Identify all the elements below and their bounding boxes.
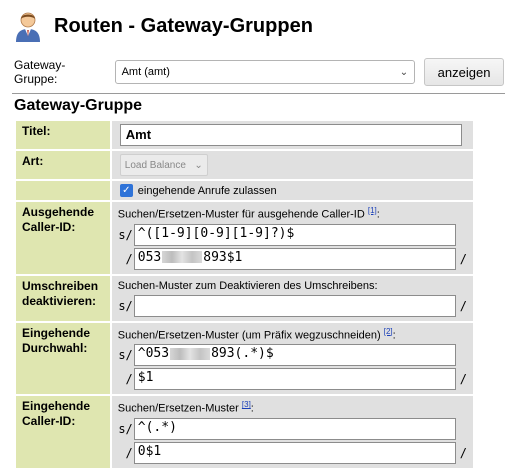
row-ausgehende-caller-id: Ausgehende Caller-ID: Suchen/Ersetzen-Mu…: [16, 202, 473, 274]
row-umschreiben: Umschreiben deaktivieren: Suchen-Muster …: [16, 275, 473, 321]
incoming-callerid-search-input[interactable]: ^(.*): [133, 417, 456, 440]
titel-input[interactable]: Amt: [119, 124, 462, 146]
incoming-callerid-replace-input[interactable]: 0$1: [133, 441, 456, 464]
incoming-callerid-hint: Suchen/Ersetzen-Muster: [117, 402, 239, 415]
pattern-suffix: /: [459, 251, 467, 266]
extension-search-input[interactable]: ^053 893(.*)$: [133, 344, 456, 367]
gateway-group-selector: Gateway-Gruppe: Amt (amt) ⌄ anzeigen: [14, 58, 504, 86]
outgoing-callerid-label: Ausgehende Caller-ID:: [16, 202, 110, 274]
chevron-down-icon: ⌄: [194, 159, 203, 171]
search-prefix: s/: [118, 298, 133, 313]
row-art: Art: Load Balance ⌄: [16, 151, 473, 179]
disable-rewrite-hint: Suchen-Muster zum Deaktivieren des Umsch…: [117, 279, 378, 292]
extension-replace-input[interactable]: $1: [133, 368, 456, 391]
incoming-calls-label: eingehende Anrufe zulassen: [137, 184, 277, 197]
divider: [12, 93, 505, 94]
row-titel: Titel: Amt: [16, 121, 473, 149]
replace-prefix: /: [125, 445, 133, 460]
pattern-suffix: /: [459, 298, 467, 313]
search-prefix: s/: [118, 348, 133, 363]
art-label: Art:: [16, 151, 110, 179]
search-prefix: s/: [118, 227, 133, 242]
replace-prefix: /: [125, 372, 133, 387]
incoming-calls-checkbox[interactable]: ✓: [119, 184, 133, 197]
footnote-link-3[interactable]: [3]: [242, 400, 251, 409]
page-header: Routen - Gateway-Gruppen: [14, 8, 313, 44]
disable-rewrite-label: Umschreiben deaktivieren:: [16, 275, 110, 321]
show-button[interactable]: anzeigen: [424, 58, 504, 86]
gateway-group-form: Titel: Amt Art: Load Balance ⌄ ✓ eingehe…: [14, 119, 475, 470]
row-incoming-allowed: ✓ eingehende Anrufe zulassen: [16, 181, 473, 200]
outgoing-callerid-hint: Suchen/Ersetzen-Muster für ausgehende Ca…: [117, 208, 365, 221]
pattern-suffix: /: [459, 372, 467, 387]
disable-rewrite-input[interactable]: [133, 294, 456, 317]
row-eingehende-durchwahl: Eingehende Durchwahl: Suchen/Ersetzen-Mu…: [16, 322, 473, 395]
outgoing-replace-input[interactable]: 053 893$1: [133, 247, 456, 270]
pattern-suffix: /: [459, 445, 467, 460]
gateway-group-label: Gateway-Gruppe:: [14, 58, 66, 86]
redacted-region: [170, 347, 211, 360]
outgoing-search-input[interactable]: ^([1-9][0-9][1-9]?)$: [133, 223, 456, 246]
incoming-callerid-label: Eingehende Caller-ID:: [16, 396, 110, 468]
replace-prefix: /: [125, 251, 133, 266]
user-avatar-icon: [14, 10, 42, 42]
footnote-link-1[interactable]: [1]: [368, 206, 377, 215]
incoming-extension-hint: Suchen/Ersetzen-Muster (um Präfix wegzus…: [117, 329, 381, 342]
search-prefix: s/: [118, 421, 133, 436]
footnote-link-2[interactable]: [2]: [384, 327, 393, 336]
gateway-group-select[interactable]: Amt (amt) ⌄: [114, 60, 416, 84]
page-title: Routen - Gateway-Gruppen: [54, 14, 313, 37]
titel-label: Titel:: [16, 121, 110, 149]
chevron-down-icon: ⌄: [399, 66, 409, 78]
redacted-region: [162, 251, 203, 264]
incoming-calls-option: ✓ eingehende Anrufe zulassen: [119, 184, 467, 197]
section-title: Gateway-Gruppe: [14, 97, 143, 114]
art-value: Load Balance: [124, 159, 186, 171]
art-select[interactable]: Load Balance ⌄: [119, 154, 208, 176]
incoming-extension-label: Eingehende Durchwahl:: [16, 322, 110, 395]
gateway-group-value: Amt (amt): [121, 66, 170, 78]
row-eingehende-caller-id: Eingehende Caller-ID: Suchen/Ersetzen-Mu…: [16, 396, 473, 468]
